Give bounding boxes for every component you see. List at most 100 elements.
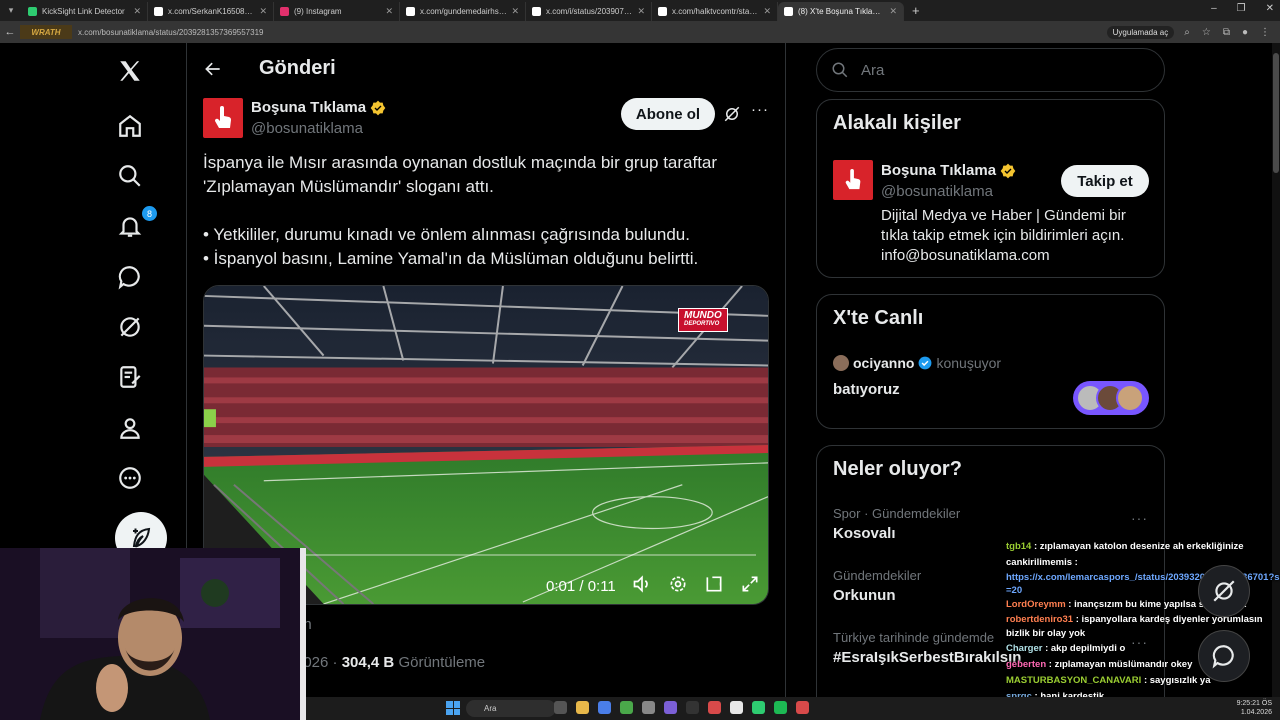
new-tab-icon[interactable]: + (912, 3, 920, 18)
close-window-icon[interactable]: ✕ (1266, 3, 1274, 14)
home-icon[interactable] (116, 112, 144, 140)
more-options-icon[interactable]: ··· (751, 101, 769, 118)
taskbar-app-icon[interactable] (796, 701, 809, 714)
browser-back-icon[interactable]: ← (0, 26, 20, 38)
articles-icon[interactable] (116, 363, 144, 391)
tab-search-icon[interactable]: ▾ (0, 0, 22, 21)
browser-tab[interactable]: x.com/SerkanK16508934/statu✕ (148, 2, 274, 21)
tab-close-icon[interactable]: ✕ (385, 6, 393, 17)
search-icon (832, 62, 848, 78)
more-options-icon[interactable] (116, 464, 144, 492)
browser-tab-bar: ▾ KickSight Link Detector ✕ x.com/SerkanK… (0, 0, 1280, 21)
windows-start-icon[interactable] (446, 701, 460, 715)
url-field[interactable]: x.com/bosunatiklama/status/2039281357369… (78, 28, 1107, 37)
author-handle[interactable]: @bosunatiklama (251, 120, 363, 137)
tab-close-icon[interactable]: ✕ (637, 6, 645, 17)
mundo-deportivo-watermark: MUNDO DEPORTIVO (678, 308, 728, 332)
feather-icon (132, 527, 151, 548)
notifications-bell-icon[interactable]: 8 (116, 206, 157, 240)
messages-icon[interactable] (116, 263, 144, 291)
grok-icon (1213, 580, 1235, 602)
maximize-icon[interactable]: ❐ (1237, 3, 1246, 14)
live-listeners[interactable] (1073, 381, 1149, 415)
x-logo-icon[interactable] (116, 57, 144, 85)
live-panel[interactable]: X'te Canlı ociyanno konuşuyor batıyoruz (816, 294, 1165, 429)
related-name[interactable]: Boşuna Tıklama (881, 162, 1016, 179)
taskbar-app-icon[interactable] (554, 701, 567, 714)
taskbar-app-icon[interactable] (642, 701, 655, 714)
profile-icon[interactable] (116, 414, 144, 442)
window-controls: – ❐ ✕ (1211, 3, 1274, 14)
tab-close-icon[interactable]: ✕ (763, 6, 771, 17)
zoom-icon[interactable]: ⌕ (1184, 27, 1190, 38)
taskbar-app-icon[interactable] (730, 701, 743, 714)
trend-item[interactable]: Spor · Gündemdekiler Kosovalı (833, 506, 960, 542)
related-handle[interactable]: @bosunatiklama (881, 183, 993, 200)
search-input[interactable]: Ara (816, 48, 1165, 92)
taskbar-app-icon[interactable] (752, 701, 765, 714)
browser-tab[interactable]: (9) Instagram ✕ (274, 2, 400, 21)
subscribe-button[interactable]: Abone ol (621, 98, 715, 130)
tab-favicon-icon (280, 7, 289, 16)
taskbar-search[interactable]: Ara (466, 700, 556, 717)
streamer-webcam (0, 548, 306, 720)
author-avatar[interactable] (203, 98, 243, 138)
browser-tab[interactable]: x.com/i/status/2039078403228✕ (526, 2, 652, 21)
taskbar-app-icon[interactable] (664, 701, 677, 714)
related-bio: Dijital Medya ve Haber | Gündemi bir tık… (881, 207, 1126, 264)
search-icon[interactable] (116, 162, 144, 190)
taskbar-app-icon[interactable] (774, 701, 787, 714)
post-stats: 2026 · 304,4 B Görüntüleme (295, 654, 486, 671)
back-arrow-icon[interactable] (203, 59, 223, 84)
minimize-icon[interactable]: – (1211, 3, 1217, 14)
messages-float-button[interactable] (1198, 630, 1250, 682)
stream-chat-overlay: tgb14 : zıplamayan katolon desenize ah e… (1006, 539, 1280, 705)
grok-explain-icon[interactable] (723, 105, 741, 128)
browser-menu-icon[interactable]: ⋮ (1260, 27, 1270, 38)
notification-count-badge: 8 (142, 206, 157, 221)
tab-close-icon[interactable]: ✕ (889, 6, 897, 17)
trend-more-icon[interactable]: ··· (1131, 510, 1148, 526)
open-in-app-button[interactable]: Uygulamada aç (1106, 25, 1175, 39)
volume-icon[interactable] (632, 574, 652, 599)
grok-float-button[interactable] (1198, 565, 1250, 617)
taskbar-app-icon[interactable] (598, 701, 611, 714)
taskbar-clock[interactable]: 9:25:21 ÖS 1.04.2026 (1237, 699, 1272, 717)
profile-icon[interactable]: ● (1242, 27, 1248, 38)
picture-in-picture-icon[interactable] (704, 574, 724, 599)
extension-badge[interactable]: WRATH (20, 25, 72, 39)
trend-item[interactable]: Gündemdekiler Orkunun (833, 568, 921, 604)
tab-close-icon[interactable]: ✕ (511, 6, 519, 17)
panel-title: X'te Canlı (833, 307, 924, 329)
taskbar-app-icon[interactable] (620, 701, 633, 714)
author-name[interactable]: Boşuna Tıklama (251, 99, 386, 116)
extensions-icon[interactable]: ⧉ (1223, 27, 1230, 38)
video-controls: 0:01 / 0:11 (546, 574, 760, 599)
tab-favicon-icon (784, 7, 793, 16)
related-avatar[interactable] (833, 160, 873, 200)
taskbar-app-icon[interactable] (686, 701, 699, 714)
bookmark-star-icon[interactable]: ☆ (1202, 27, 1211, 38)
tab-favicon-icon (28, 7, 37, 16)
taskbar-app-icon[interactable] (576, 701, 589, 714)
webcam-person-image (0, 548, 306, 720)
grok-icon[interactable] (116, 313, 144, 341)
address-bar: ← WRATH x.com/bosunatiklama/status/20392… (0, 21, 1280, 43)
tab-close-icon[interactable]: ✕ (259, 6, 267, 17)
follow-button[interactable]: Takip et (1061, 165, 1149, 197)
settings-gear-icon[interactable] (668, 574, 688, 599)
fullscreen-icon[interactable] (740, 574, 760, 599)
tab-close-icon[interactable]: ✕ (133, 6, 141, 17)
verified-badge-icon (370, 100, 386, 115)
scrollbar-thumb[interactable] (1273, 53, 1279, 173)
related-people-panel: Alakalı kişiler Boşuna Tıklama @bosunati… (816, 99, 1165, 278)
hand-pointer-icon (214, 106, 232, 128)
live-host: ociyanno konuşuyor (833, 355, 1001, 371)
video-time: 0:01 / 0:11 (546, 578, 616, 595)
trend-item[interactable]: Türkiye tarihinde gündemde #EsraIşıkSerb… (833, 630, 1021, 666)
taskbar-app-icon[interactable] (708, 701, 721, 714)
browser-tab-active[interactable]: (8) X'te Boşuna Tıklama: "İspan✕ (778, 2, 904, 21)
browser-tab[interactable]: x.com/gundemedairhs/status/2✕ (400, 2, 526, 21)
browser-tab[interactable]: KickSight Link Detector ✕ (22, 2, 148, 21)
browser-tab[interactable]: x.com/halktvcomtr/status/20391✕ (652, 2, 778, 21)
